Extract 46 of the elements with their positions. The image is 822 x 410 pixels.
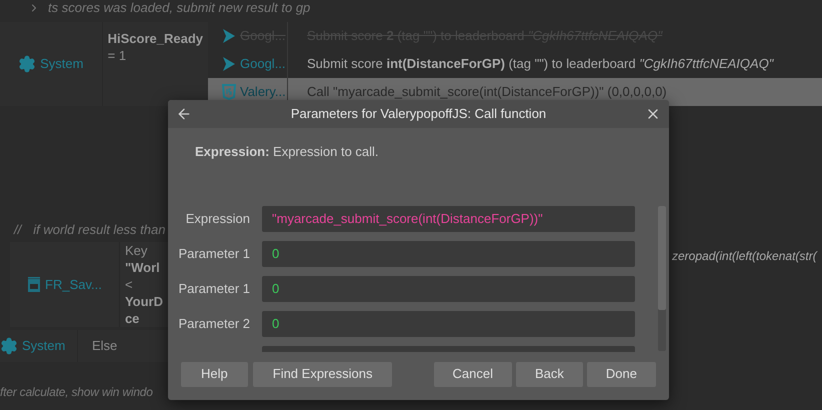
dialog-button[interactable]: Cancel	[434, 362, 512, 386]
comment-text: ts scores was loaded, submit new result to gp	[48, 0, 310, 18]
gear-icon	[0, 337, 18, 355]
dialog-button[interactable]: Back	[516, 362, 583, 386]
dialog-button[interactable]: Find Expressions	[252, 362, 392, 386]
play-icon	[222, 28, 236, 44]
condition-text: Key	[124, 242, 148, 259]
dialog-button[interactable]: Help	[181, 362, 248, 386]
storage-icon	[27, 276, 42, 292]
object-name: FR_Sav...	[45, 276, 102, 294]
object-name: System	[22, 337, 66, 356]
scrollbar-thumb[interactable]	[658, 206, 666, 310]
field-label: Parameter 1	[178, 280, 250, 298]
field-value: "myarcade_submit_score(int(DistanceForGP))"	[272, 210, 543, 228]
object-name: Valery...	[240, 83, 286, 102]
condition-text: YourD	[124, 293, 163, 310]
parameter-description: Expression: Expression to call.	[194, 143, 380, 161]
condition-text: HiScore_Ready	[108, 30, 203, 47]
comment-text: if world result less than	[33, 221, 166, 240]
action-text: Submit score int(DistanceForGP) (tag "") to leaderboard "CgkIh67ttfcNEAIQAQ"	[307, 55, 774, 74]
dialog-button[interactable]: Done	[586, 362, 656, 386]
gear-icon	[18, 55, 36, 73]
input-field[interactable]: 0	[262, 240, 635, 266]
field-value: 0	[272, 280, 280, 298]
input-field[interactable]: "myarcade_submit_score(int(DistanceForGP))"	[262, 206, 635, 232]
object-name: Googl...	[240, 55, 286, 74]
field-label: Parameter 2	[178, 314, 250, 333]
play-icon	[222, 56, 236, 72]
input-field[interactable]: 0	[262, 276, 635, 302]
comment-slashes: //	[14, 221, 22, 240]
condition-text: ce	[124, 310, 140, 327]
shield-icon	[222, 84, 236, 100]
dialog-title: Parameters for ValerypopoffJS: Call function	[290, 105, 546, 124]
action-text: Call "myarcade_submit_score(int(DistanceForGP))" (0,0,0,0,0)	[307, 83, 667, 102]
scrollbar[interactable]	[658, 206, 666, 350]
object-name: System	[40, 55, 84, 74]
condition-text: Else	[92, 337, 118, 356]
condition-text: = 1	[108, 47, 128, 64]
condition-text: <	[124, 276, 134, 293]
input-field[interactable]: 0	[262, 310, 635, 336]
condition-text: "Worl	[124, 259, 161, 276]
field-value: 0	[272, 244, 280, 263]
field-value: 0	[272, 314, 280, 333]
field-label: Parameter 1	[178, 244, 250, 263]
comment-text: fter calculate, show win windo	[0, 384, 153, 401]
field-label: Expression	[186, 210, 250, 228]
